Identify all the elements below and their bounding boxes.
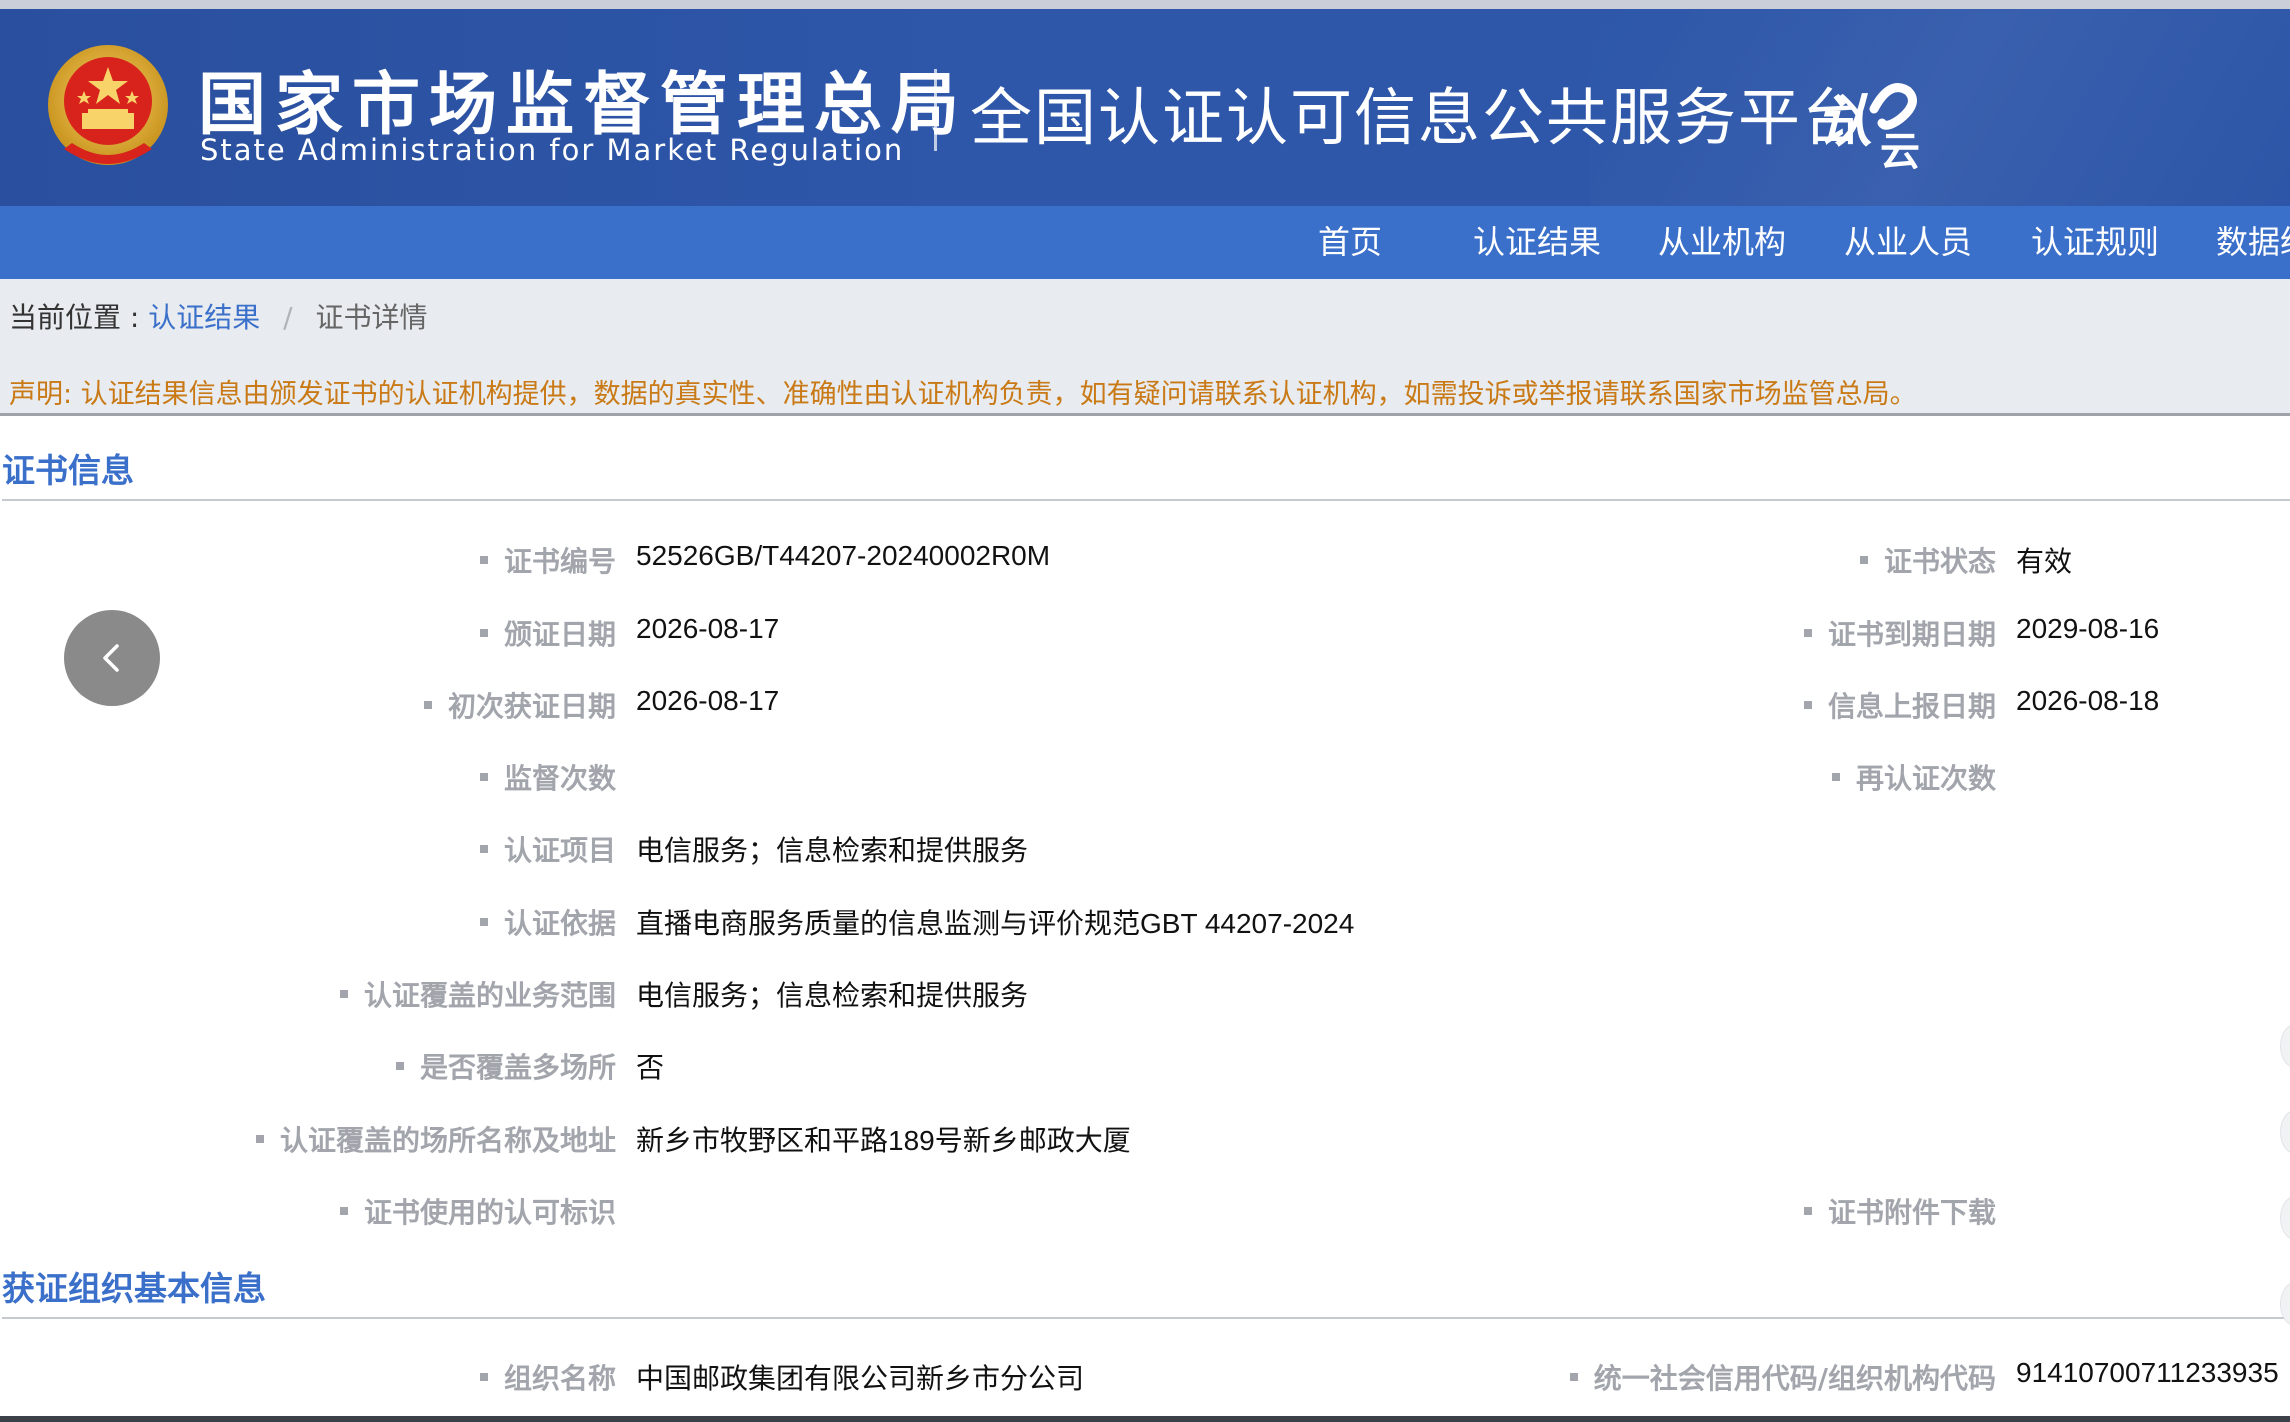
label-expire-date: 证书到期日期 xyxy=(1804,613,1996,653)
svg-text:认: 认 xyxy=(1816,90,1872,155)
nav-item-institutions[interactable]: 从业机构 xyxy=(1658,206,1786,279)
site-banner: 国家市场监督管理总局 State Administration for Mark… xyxy=(0,9,2290,206)
label-cert-no: 证书编号 xyxy=(480,540,616,580)
value-credit-code: 91410700711233935 xyxy=(2016,1357,2279,1388)
label-cert-project: 认证项目 xyxy=(480,829,616,869)
nav-item-statistics[interactable]: 数据统计 xyxy=(2216,206,2290,279)
section-title-cert: 证书信息 xyxy=(2,451,134,490)
svg-text:云: 云 xyxy=(1880,129,1920,169)
value-cert-project: 电信服务；信息检索和提供服务 xyxy=(636,835,1029,866)
label-business-scope: 认证覆盖的业务范围 xyxy=(340,974,616,1014)
label-credit-code: 统一社会信用代码/组织机构代码 xyxy=(1570,1357,1996,1397)
label-issue-date: 颁证日期 xyxy=(480,613,616,653)
value-cert-basis: 直播电商服务质量的信息监测与评价规范GBT 44207-2024 xyxy=(636,908,1355,939)
value-first-date: 2026-08-17 xyxy=(636,685,780,716)
breadcrumb: 当前位置 : 认证结果 / 证书详情 xyxy=(9,296,428,336)
value-org-name: 中国邮政集团有限公司新乡市分公司 xyxy=(636,1363,1085,1394)
value-status: 有效 xyxy=(2016,546,2073,577)
org-name-en: State Administration for Market Regulati… xyxy=(200,133,905,167)
breadcrumb-current: 证书详情 xyxy=(315,301,428,334)
banner-divider xyxy=(934,69,937,151)
chevron-left-icon xyxy=(103,644,119,672)
label-org-name: 组织名称 xyxy=(480,1357,616,1397)
breadcrumb-link-cert-results[interactable]: 认证结果 xyxy=(148,301,260,334)
section-title-org: 获证组织基本信息 xyxy=(2,1269,266,1308)
section-rule-cert xyxy=(2,499,2290,501)
value-expire-date: 2029-08-16 xyxy=(2016,613,2160,644)
disclaimer-notice: 声明: 认证结果信息由颁发证书的认证机构提供，数据的真实性、准确性由认证机构负责… xyxy=(9,379,1917,410)
label-status: 证书状态 xyxy=(1860,540,1996,580)
label-supervision-count: 监督次数 xyxy=(480,757,616,797)
breadcrumb-separator: / xyxy=(283,301,293,334)
value-cert-no: 52526GB/T44207-20240002R0M xyxy=(636,540,1051,571)
value-multi-site: 否 xyxy=(636,1052,665,1083)
main-nav: 首页 认证结果 从业机构 从业人员 认证规则 数据统计 xyxy=(0,206,2290,279)
breadcrumb-prefix: 当前位置 : xyxy=(9,301,140,334)
label-site-address: 认证覆盖的场所名称及地址 xyxy=(256,1119,616,1159)
label-cert-basis: 认证依据 xyxy=(480,902,616,942)
value-report-date: 2026-08-18 xyxy=(2016,685,2160,716)
floating-widget[interactable] xyxy=(2280,1282,2290,1326)
label-accreditation-mark: 证书使用的认可标识 xyxy=(340,1191,616,1231)
label-attachment-download: 证书附件下载 xyxy=(1804,1191,1996,1231)
platform-logo: 认云 认 云 xyxy=(1816,83,1920,169)
nav-item-home[interactable]: 首页 xyxy=(1318,206,1382,279)
label-report-date: 信息上报日期 xyxy=(1804,685,1996,725)
nav-item-rules[interactable]: 认证规则 xyxy=(2031,206,2159,279)
floating-widget[interactable] xyxy=(2280,1024,2290,1068)
value-issue-date: 2026-08-17 xyxy=(636,613,780,644)
platform-title: 全国认证认可信息公共服务平台 xyxy=(970,81,1867,154)
label-recert-count: 再认证次数 xyxy=(1832,757,1996,797)
bottom-edge xyxy=(0,1416,2290,1422)
label-multi-site: 是否覆盖多场所 xyxy=(396,1046,616,1086)
floating-widget[interactable] xyxy=(2280,1196,2290,1240)
label-first-date: 初次获证日期 xyxy=(424,685,616,725)
floating-widget[interactable] xyxy=(2280,1110,2290,1154)
notice-divider xyxy=(0,413,2290,416)
value-site-address: 新乡市牧野区和平路189号新乡邮政大厦 xyxy=(636,1125,1131,1156)
prev-button[interactable] xyxy=(64,610,160,706)
top-strip xyxy=(0,0,2290,9)
national-emblem-icon xyxy=(48,45,168,165)
nav-item-cert-results[interactable]: 认证结果 xyxy=(1473,206,1601,279)
section-rule-org xyxy=(2,1317,2290,1319)
value-business-scope: 电信服务；信息检索和提供服务 xyxy=(636,980,1029,1011)
nav-item-personnel[interactable]: 从业人员 xyxy=(1844,206,1972,279)
